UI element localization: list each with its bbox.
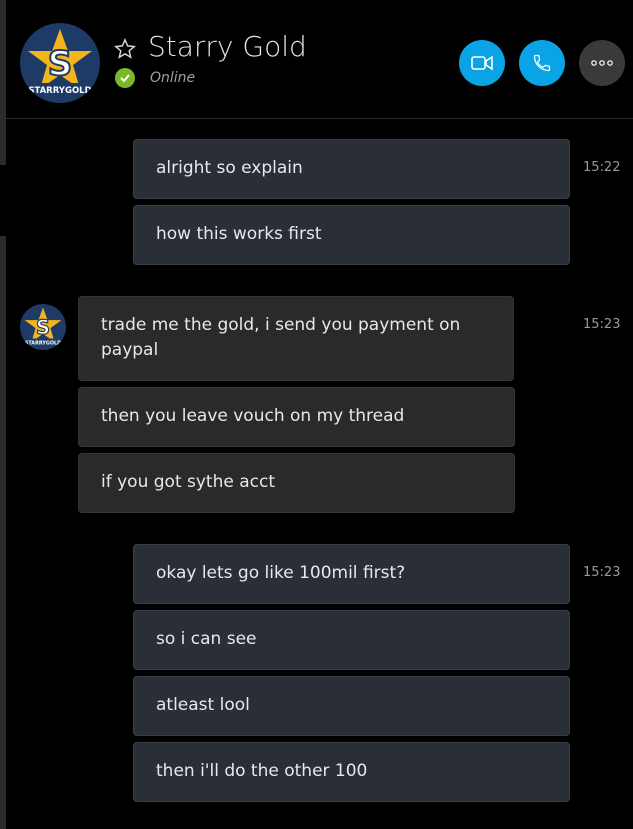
message-text: trade me the gold, i send you payment on… <box>101 315 461 360</box>
status-text: Online <box>150 70 196 86</box>
message-bubble-incoming[interactable]: if you got sythe acct <box>78 453 515 513</box>
video-call-button[interactable] <box>459 40 505 86</box>
message-text: alright so explain <box>156 158 303 178</box>
message-bubble-outgoing[interactable]: so i can see <box>133 610 570 670</box>
checkmark-icon <box>120 74 130 83</box>
message-bubble-incoming[interactable]: trade me the gold, i send you payment on… <box>78 296 514 381</box>
contact-avatar[interactable]: S STARRYGOLD <box>20 23 100 103</box>
message-text: if you got sythe acct <box>101 472 276 492</box>
message-bubble-outgoing[interactable]: alright so explain <box>133 139 570 199</box>
message-text: okay lets go like 100mil first? <box>156 563 406 583</box>
more-options-button[interactable] <box>579 40 625 86</box>
svg-text:S: S <box>48 44 73 84</box>
svg-text:S: S <box>36 316 50 339</box>
message-timestamp: 15:22 <box>583 160 621 175</box>
starrygold-logo: S STARRYGOLD <box>21 307 65 346</box>
phone-icon <box>533 54 551 72</box>
svg-text:STARRYGOLD: STARRYGOLD <box>25 340 61 346</box>
chat-header: S STARRYGOLD Starry Gold Online <box>0 0 633 119</box>
audio-call-button[interactable] <box>519 40 565 86</box>
message-bubble-incoming[interactable]: then you leave vouch on my thread <box>78 387 515 447</box>
message-bubble-outgoing[interactable]: how this works first <box>133 205 570 265</box>
message-text: then i'll do the other 100 <box>156 761 368 781</box>
message-text: then you leave vouch on my thread <box>101 406 405 426</box>
message-bubble-outgoing[interactable]: okay lets go like 100mil first? <box>133 544 570 604</box>
ellipsis-icon <box>591 60 613 66</box>
left-pane-edge <box>0 236 6 829</box>
message-text: so i can see <box>156 629 257 649</box>
message-bubble-outgoing[interactable]: then i'll do the other 100 <box>133 742 570 802</box>
star-outline-icon[interactable] <box>114 38 136 60</box>
video-camera-icon <box>471 55 493 71</box>
online-status-icon <box>115 68 135 88</box>
message-timestamp: 15:23 <box>583 565 621 580</box>
message-timestamp: 15:23 <box>583 317 621 332</box>
message-text: how this works first <box>156 224 322 244</box>
svg-text:STARRYGOLD: STARRYGOLD <box>28 86 91 96</box>
contact-avatar-small[interactable]: S STARRYGOLD <box>20 304 66 350</box>
starrygold-logo: S STARRYGOLD <box>22 29 98 96</box>
message-bubble-outgoing[interactable]: atleast lool <box>133 676 570 736</box>
contact-name: Starry Gold <box>148 30 307 63</box>
message-text: atleast lool <box>156 695 250 715</box>
